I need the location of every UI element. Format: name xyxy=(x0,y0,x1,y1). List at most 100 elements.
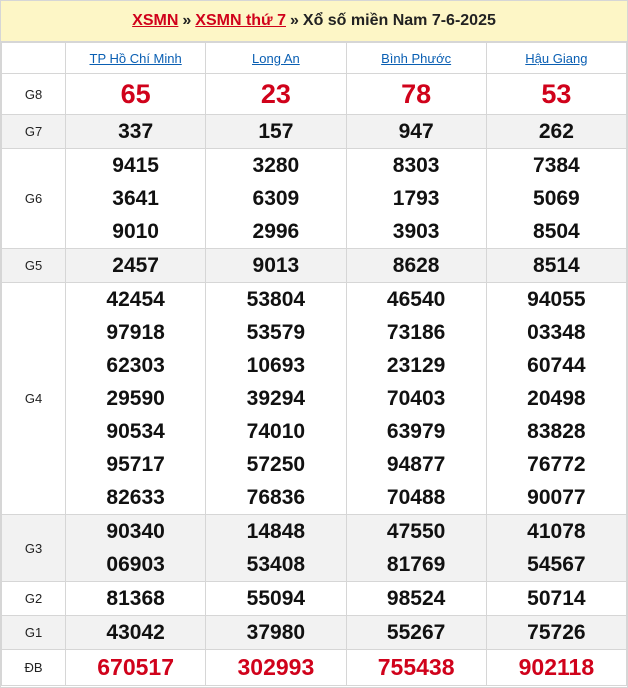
prize-cell: 2457 xyxy=(64,248,207,283)
prize-label: G5 xyxy=(1,248,66,283)
prize-number: 94055 xyxy=(527,288,586,311)
prize-number: 8504 xyxy=(533,220,580,243)
prize-number: 2457 xyxy=(112,254,159,277)
prize-cell: 9013 xyxy=(205,248,347,283)
prize-number: 82633 xyxy=(106,486,165,509)
prize-number: 2996 xyxy=(252,220,300,243)
prize-cell: 42454 97918 62303 29590 90534 95717 82633 xyxy=(64,282,207,515)
prize-cell: 94055 03348 60744 20498 83828 76772 90077 xyxy=(485,282,628,515)
province-header-cell: TP Hồ Chí Minh xyxy=(64,42,207,74)
prize-cell: 55267 xyxy=(345,615,487,650)
prize-number: 8514 xyxy=(533,254,580,277)
prize-number: 65 xyxy=(120,79,151,109)
prize-row-g1: G1 43042 37980 55267 75726 xyxy=(1,615,628,650)
prize-label: G7 xyxy=(1,114,66,149)
prize-number: 29590 xyxy=(106,387,165,410)
breadcrumb: XSMN» XSMN thứ 7» Xổ số miền Nam 7-6-2025 xyxy=(1,1,627,42)
prize-number: 54567 xyxy=(527,553,586,576)
prize-row-g5: G5 2457 9013 8628 8514 xyxy=(1,248,628,283)
prize-number: 03348 xyxy=(527,321,586,344)
prize-cell: 157 xyxy=(205,114,347,149)
prize-number: 8628 xyxy=(392,254,440,277)
prize-number: 76772 xyxy=(527,453,586,476)
prize-label: G2 xyxy=(1,581,66,616)
results-table: TP Hồ Chí Minh Long An Bình Phước Hậu Gi… xyxy=(1,42,628,686)
prize-cell: 41078 54567 xyxy=(485,514,628,582)
province-link-hau-giang[interactable]: Hậu Giang xyxy=(525,51,587,66)
province-link-long-an[interactable]: Long An xyxy=(252,51,300,66)
prize-number: 3903 xyxy=(392,220,440,243)
prize-row-g6: G6 9415 3641 9010 3280 6309 2996 8303 1793 3903 73… xyxy=(1,148,628,249)
prize-label: G1 xyxy=(1,615,66,650)
prize-number: 8303 xyxy=(392,154,440,177)
prize-row-đb: ĐB 670517 302993 755438 902118 xyxy=(1,649,628,686)
prize-number: 10693 xyxy=(246,354,306,377)
prize-number: 6309 xyxy=(252,187,300,210)
prize-cell: 9415 3641 9010 xyxy=(64,148,207,249)
prize-row-g7: G7 337 157 947 262 xyxy=(1,114,628,149)
province-header-cell: Long An xyxy=(205,42,347,74)
prize-number: 42454 xyxy=(106,288,165,311)
prize-number: 57250 xyxy=(246,453,306,476)
prize-row-g8: G8 65 23 78 53 xyxy=(1,73,628,115)
prize-label: ĐB xyxy=(1,649,66,686)
prize-number: 94877 xyxy=(386,453,446,476)
prize-cell: 3280 6309 2996 xyxy=(205,148,347,249)
prize-number: 62303 xyxy=(106,354,165,377)
prize-number: 50714 xyxy=(527,587,586,610)
breadcrumb-link-xsmn[interactable]: XSMN xyxy=(132,12,178,29)
prize-number: 78 xyxy=(401,79,432,109)
prize-cell: 8303 1793 3903 xyxy=(345,148,487,249)
prize-cell: 14848 53408 xyxy=(205,514,347,582)
prize-number: 55267 xyxy=(386,621,446,644)
prize-number: 81769 xyxy=(386,553,446,576)
prize-number: 9415 xyxy=(112,154,159,177)
prize-number: 74010 xyxy=(246,420,306,443)
prize-number: 7384 xyxy=(533,154,580,177)
prize-number: 70403 xyxy=(386,387,446,410)
prize-cell: 8628 xyxy=(345,248,487,283)
header-blank-cell xyxy=(1,42,66,74)
prize-cell: 947 xyxy=(345,114,487,149)
prize-cell: 47550 81769 xyxy=(345,514,487,582)
prize-number: 60744 xyxy=(527,354,586,377)
prize-number: 37980 xyxy=(246,621,306,644)
prize-number: 41078 xyxy=(527,520,586,543)
prize-cell: 262 xyxy=(485,114,628,149)
prize-number: 9010 xyxy=(112,220,159,243)
prize-cell: 43042 xyxy=(64,615,207,650)
prize-number: 53804 xyxy=(246,288,306,311)
page-title: Xổ số miền Nam 7-6-2025 xyxy=(302,12,496,29)
prize-number: 670517 xyxy=(97,654,174,680)
prize-number: 06903 xyxy=(106,553,165,576)
prize-number: 53408 xyxy=(246,553,306,576)
breadcrumb-link-xsmn-saturday[interactable]: XSMN thứ 7 xyxy=(195,12,286,29)
prize-number: 23 xyxy=(260,79,291,109)
prize-number: 947 xyxy=(398,120,434,143)
prize-cell: 53804 53579 10693 39294 74010 57250 76836 xyxy=(205,282,347,515)
prize-row-g2: G2 81368 55094 98524 50714 xyxy=(1,581,628,616)
prize-cell: 902118 xyxy=(485,649,628,686)
prize-number: 97918 xyxy=(106,321,165,344)
province-link-binh-phuoc[interactable]: Bình Phước xyxy=(381,51,451,66)
prize-number: 90077 xyxy=(527,486,586,509)
province-link-hcm[interactable]: TP Hồ Chí Minh xyxy=(90,51,182,66)
prize-cell: 53 xyxy=(485,73,628,115)
prize-cell: 75726 xyxy=(485,615,628,650)
prize-label: G3 xyxy=(1,514,66,582)
prize-number: 3280 xyxy=(252,154,300,177)
breadcrumb-separator: » xyxy=(182,12,192,29)
prize-number: 81368 xyxy=(106,587,165,610)
prize-number: 755438 xyxy=(377,654,455,680)
prize-cell: 90340 06903 xyxy=(64,514,207,582)
prize-number: 20498 xyxy=(527,387,586,410)
prize-number: 14848 xyxy=(246,520,306,543)
province-header-row: TP Hồ Chí Minh Long An Bình Phước Hậu Gi… xyxy=(1,42,628,74)
prize-cell: 7384 5069 8504 xyxy=(485,148,628,249)
prize-number: 53579 xyxy=(246,321,306,344)
prize-number: 39294 xyxy=(246,387,306,410)
prize-number: 46540 xyxy=(386,288,446,311)
prize-number: 75726 xyxy=(527,621,586,644)
breadcrumb-separator: » xyxy=(289,12,299,29)
prize-number: 262 xyxy=(538,120,574,143)
